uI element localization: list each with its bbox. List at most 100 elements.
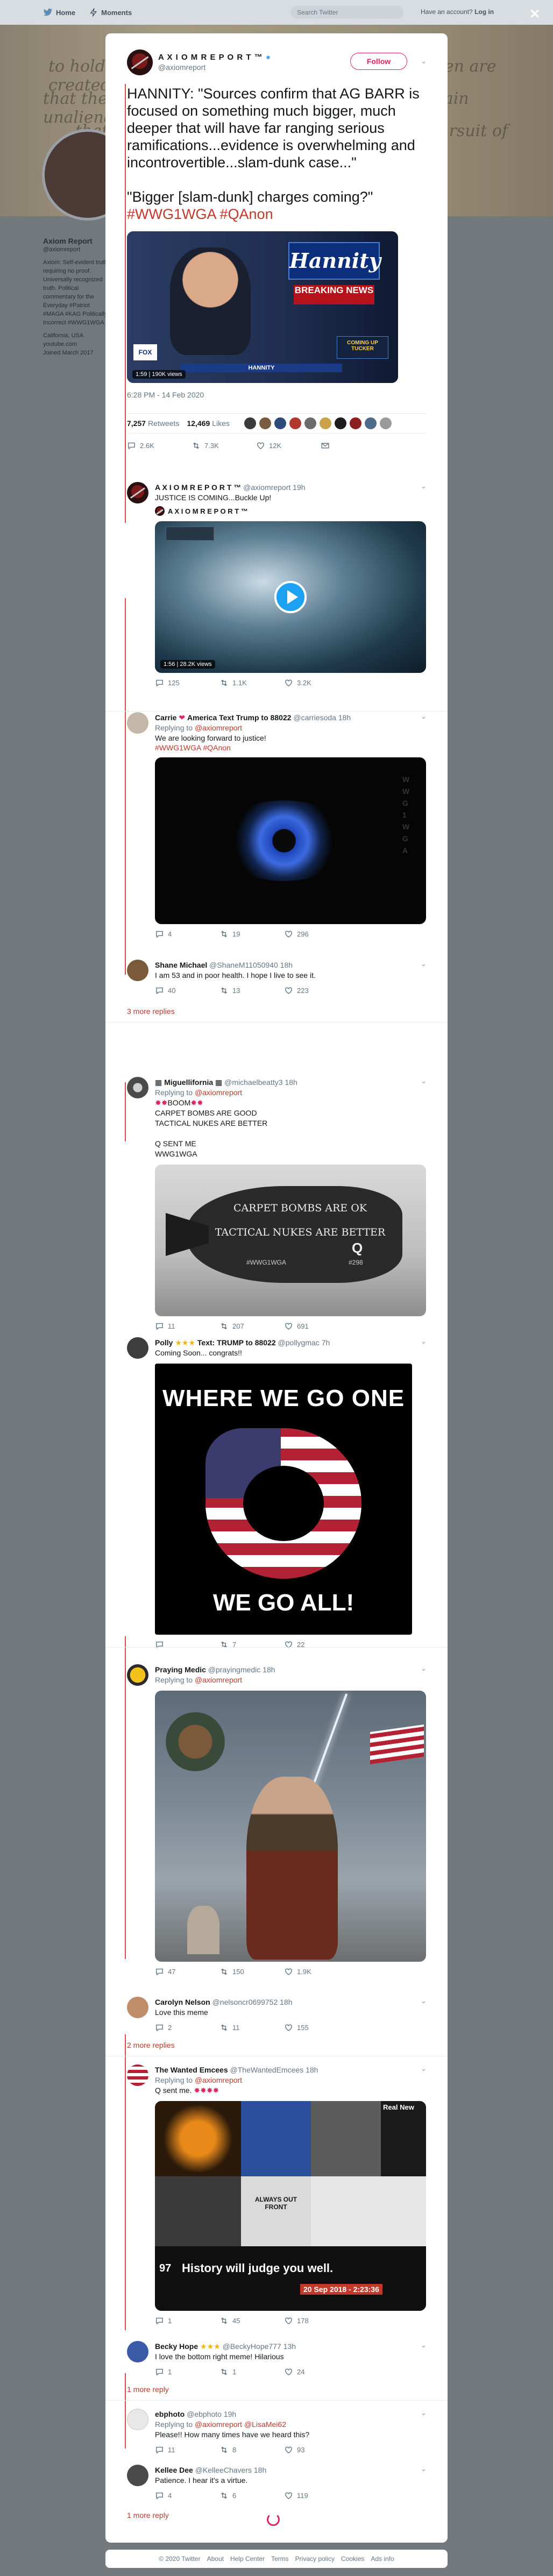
liker-avatar[interactable]	[243, 417, 257, 430]
play-button[interactable]	[274, 581, 307, 613]
reply-author-handle[interactable]: @ShaneM11050940	[209, 961, 278, 969]
quoted-author[interactable]: A X I O M R E P O R T ™	[155, 506, 426, 516]
footer-link-help[interactable]: Help Center	[230, 2555, 265, 2563]
reply-author-handle[interactable]: @nelsoncr0699752	[212, 1998, 278, 2006]
reply-time[interactable]: 18h	[263, 1665, 275, 1674]
thread-reply[interactable]: Shane Michael @ShaneM11050940 18h ⌄ I am…	[105, 960, 448, 1000]
chevron-down-icon[interactable]: ⌄	[421, 2409, 427, 2417]
like-button[interactable]: 155	[284, 2023, 349, 2032]
replying-to-handle[interactable]: @axiomreport	[195, 2076, 242, 2084]
like-button[interactable]: 223	[284, 986, 349, 995]
reply-author-handle[interactable]: @pollygmac	[278, 1338, 320, 1347]
thread-reply[interactable]: A X I O M R E P O R T ™ @axiomreport 19h…	[105, 482, 448, 692]
reply-time[interactable]: 13h	[283, 2342, 296, 2351]
retweet-button[interactable]: 19	[219, 929, 284, 939]
liker-avatar[interactable]	[349, 417, 362, 430]
reply-button[interactable]: 1	[155, 2367, 219, 2376]
more-replies-link[interactable]: 2 more replies	[127, 2041, 175, 2049]
login-link[interactable]: Log in	[474, 8, 494, 16]
reply-author-name-tail[interactable]: America Text Trump to 88022	[187, 713, 291, 722]
liker-avatar[interactable]	[303, 417, 317, 430]
thread-reply[interactable]: Kellee Dee @KelleeChavers 18h ⌄ Patience…	[105, 2465, 448, 2505]
avatar[interactable]	[127, 1077, 148, 1098]
nav-home[interactable]: Home	[43, 8, 75, 17]
reply-time[interactable]: 18h	[254, 2466, 266, 2474]
avatar[interactable]	[127, 2409, 148, 2430]
thread-reply[interactable]: The Wanted Emcees @TheWantedEmcees 18h ⌄…	[105, 2064, 448, 2330]
avatar[interactable]	[127, 2465, 148, 2486]
like-button[interactable]: 93	[284, 2445, 349, 2454]
like-button[interactable]: 178	[284, 2316, 349, 2325]
avatar[interactable]	[127, 1337, 148, 1359]
share-button[interactable]	[321, 441, 385, 450]
reply-button[interactable]: 11	[155, 2445, 219, 2454]
chevron-down-icon[interactable]: ⌄	[421, 2341, 427, 2350]
reply-author-handle[interactable]: @michaelbeatty3	[224, 1078, 282, 1087]
chevron-down-icon[interactable]: ⌄	[421, 1664, 427, 1673]
replying-to-handle[interactable]: @axiomreport	[195, 1676, 242, 1684]
chevron-down-icon[interactable]: ⌄	[421, 1337, 427, 1346]
reply-author-handle[interactable]: @axiomreport	[243, 483, 290, 492]
reply-button[interactable]: 40	[155, 986, 219, 995]
chevron-down-icon[interactable]: ⌄	[421, 57, 427, 66]
reply-author-handle[interactable]: @carriesoda	[293, 713, 336, 722]
reply-author-name[interactable]: Miguellifornia	[164, 1078, 213, 1087]
reply-time[interactable]: 18h	[280, 1998, 292, 2006]
more-replies-link[interactable]: 3 more replies	[127, 1007, 175, 1016]
tweet-timestamp[interactable]: 6:28 PM - 14 Feb 2020	[127, 391, 426, 399]
reply-time[interactable]: 18h	[285, 1078, 297, 1087]
thread-reply[interactable]: ebphoto @ebphoto 19h ⌄ Replying to @axio…	[105, 2409, 448, 2459]
avatar[interactable]	[127, 2341, 148, 2362]
avatar[interactable]	[127, 2064, 148, 2086]
close-icon[interactable]: ✕	[529, 6, 540, 22]
nav-moments[interactable]: Moments	[89, 8, 132, 17]
like-button[interactable]: 1.9K	[284, 1967, 349, 1976]
reply-time[interactable]: 18h	[280, 961, 293, 969]
reply-button[interactable]: 4	[155, 929, 219, 939]
reply-author-name[interactable]: Shane Michael	[155, 961, 207, 969]
liker-avatar[interactable]	[288, 417, 302, 430]
avatar[interactable]	[127, 49, 153, 75]
like-button[interactable]: 24	[284, 2367, 349, 2376]
chevron-down-icon[interactable]: ⌄	[421, 2465, 427, 2473]
like-button[interactable]: 691	[284, 1322, 349, 1331]
footer-link-ads[interactable]: Ads info	[371, 2555, 394, 2563]
reply-time[interactable]: 19h	[224, 2410, 236, 2418]
chevron-down-icon[interactable]: ⌄	[421, 1997, 427, 2005]
chevron-down-icon[interactable]: ⌄	[421, 482, 427, 491]
search-input[interactable]: Search Twitter	[290, 6, 403, 19]
chevron-down-icon[interactable]: ⌄	[421, 1077, 427, 1085]
bomb-image[interactable]: CARPET BOMBS ARE OK TACTICAL NUKES ARE B…	[155, 1165, 426, 1316]
meme-collage-image[interactable]: Real New ALWAYS OUT FRONT 97 History wil…	[155, 2101, 426, 2311]
avatar[interactable]	[127, 712, 148, 734]
tweet-hashtags[interactable]: #WWG1WGA #QAnon	[127, 205, 426, 223]
retweet-button[interactable]: 1.1K	[219, 678, 284, 687]
more-replies-link[interactable]: 1 more reply	[127, 2385, 169, 2394]
retweet-button[interactable]: 6	[219, 2491, 284, 2500]
reply-author-name[interactable]: Carrie	[155, 713, 176, 722]
reply-button[interactable]: 4	[155, 2491, 219, 2500]
reply-button[interactable]: 47	[155, 1967, 219, 1976]
more-replies-link[interactable]: 1 more reply	[127, 2511, 169, 2520]
footer-link-privacy[interactable]: Privacy policy	[295, 2555, 335, 2563]
reply-author-handle[interactable]: @TheWantedEmcees	[230, 2066, 304, 2074]
footer-link-cookies[interactable]: Cookies	[341, 2555, 364, 2563]
replying-to-handle[interactable]: @axiomreport @LisaMei62	[195, 2420, 286, 2429]
ocean-video[interactable]: 1:56 | 28.2K views	[155, 521, 426, 673]
reply-author-name[interactable]: Kellee Dee	[155, 2466, 193, 2474]
liker-avatar[interactable]	[334, 417, 347, 430]
reply-author-name[interactable]: The Wanted Emcees	[155, 2066, 228, 2074]
reply-author-name[interactable]: Carolyn Nelson	[155, 1998, 210, 2006]
retweet-button[interactable]: 150	[219, 1967, 284, 1976]
replying-to-handle[interactable]: @axiomreport	[195, 1088, 242, 1097]
thread-reply[interactable]: Becky Hope ★★★ @BeckyHope777 13h ⌄ I lov…	[105, 2341, 448, 2381]
reply-author-name[interactable]: Polly	[155, 1338, 173, 1347]
reply-button[interactable]: 125	[155, 678, 219, 687]
q-poster-image[interactable]: WHERE WE GO ONE WE GO ALL!	[155, 1364, 412, 1635]
chevron-down-icon[interactable]: ⌄	[421, 960, 427, 968]
reply-button[interactable]: 11	[155, 1322, 219, 1331]
reply-time[interactable]: 19h	[293, 483, 305, 492]
retweet-button[interactable]: 13	[219, 986, 284, 995]
retweet-button[interactable]: 207	[219, 1322, 284, 1331]
liker-avatar[interactable]	[364, 417, 377, 430]
